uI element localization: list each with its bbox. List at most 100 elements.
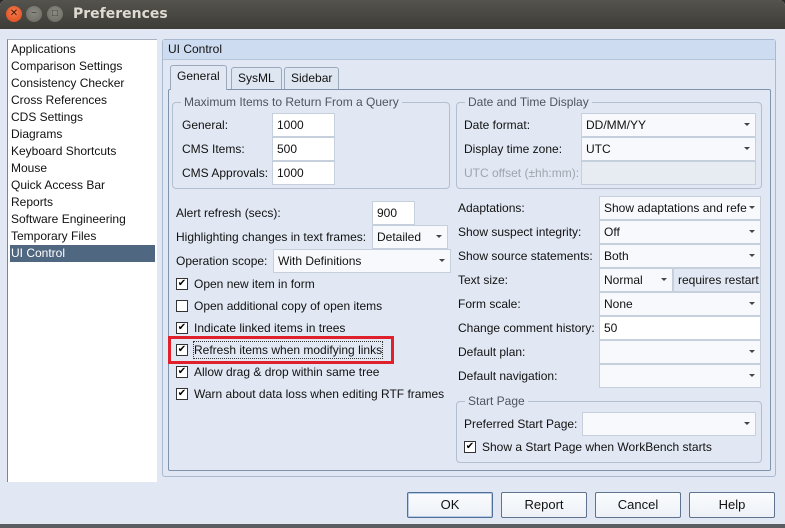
checkbox-icon[interactable]: ✔ xyxy=(176,344,188,356)
time-zone-select[interactable]: UTC xyxy=(581,137,756,161)
cms-items-label: CMS Items: xyxy=(182,142,245,156)
checkbox-open-additional-copy[interactable]: Open additional copy of open items xyxy=(176,298,426,316)
highlighting-select[interactable]: Detailed xyxy=(372,225,448,249)
cms-approvals-input[interactable]: 1000 xyxy=(272,161,335,185)
suspect-integrity-value: Off xyxy=(604,225,620,239)
start-page-legend: Start Page xyxy=(465,394,528,408)
nav-item-keyboard-shortcuts[interactable]: Keyboard Shortcuts xyxy=(10,143,155,160)
nav-item-mouse[interactable]: Mouse xyxy=(10,160,155,177)
text-size-select[interactable]: Normal xyxy=(599,268,673,292)
preferences-category-list[interactable]: Applications Comparison Settings Consist… xyxy=(7,39,157,482)
panel-title: UI Control xyxy=(163,40,775,60)
tab-sysml[interactable]: SysML xyxy=(231,67,282,89)
checkbox-icon[interactable] xyxy=(176,300,188,312)
operation-scope-value: With Definitions xyxy=(278,254,362,268)
chevron-down-icon xyxy=(749,302,755,305)
checkbox-label: Show a Start Page when WorkBench starts xyxy=(482,440,712,454)
date-format-label: Date format: xyxy=(464,118,531,132)
default-plan-label: Default plan: xyxy=(458,345,526,359)
nav-item-reports[interactable]: Reports xyxy=(10,194,155,211)
nav-item-ui-control[interactable]: UI Control xyxy=(10,245,155,262)
maximize-icon[interactable]: □ xyxy=(47,6,63,22)
cancel-button[interactable]: Cancel xyxy=(595,492,681,518)
comment-history-label: Change comment history: xyxy=(458,321,595,335)
chevron-down-icon xyxy=(749,374,755,377)
adaptations-label: Adaptations: xyxy=(458,201,525,215)
preferences-window: ✕ − □ Preferences Applications Compariso… xyxy=(0,0,785,528)
alert-refresh-input[interactable]: 900 xyxy=(372,201,415,225)
suspect-integrity-label: Show suspect integrity: xyxy=(458,225,582,239)
form-scale-value: None xyxy=(604,297,633,311)
adaptations-value: Show adaptations and refe xyxy=(604,201,747,215)
adaptations-select[interactable]: Show adaptations and refe xyxy=(599,196,761,220)
chevron-down-icon xyxy=(744,123,750,126)
operation-scope-select[interactable]: With Definitions xyxy=(273,249,451,273)
cms-items-input[interactable]: 500 xyxy=(272,137,335,161)
checkbox-indicate-linked-items[interactable]: ✔ Indicate linked items in trees xyxy=(176,320,426,338)
time-zone-value: UTC xyxy=(586,142,611,156)
checkbox-label: Open additional copy of open items xyxy=(194,299,383,313)
tab-general[interactable]: General xyxy=(170,65,227,90)
operation-scope-label: Operation scope: xyxy=(176,254,268,268)
nav-item-quick-access-bar[interactable]: Quick Access Bar xyxy=(10,177,155,194)
ok-button[interactable]: OK xyxy=(407,492,493,518)
source-statements-value: Both xyxy=(604,249,629,263)
highlighting-label: Highlighting changes in text frames: xyxy=(176,230,367,244)
text-size-label: Text size: xyxy=(458,273,509,287)
report-button[interactable]: Report xyxy=(501,492,587,518)
nav-item-comparison-settings[interactable]: Comparison Settings xyxy=(10,58,155,75)
minimize-icon[interactable]: − xyxy=(26,6,42,22)
date-format-select[interactable]: DD/MM/YY xyxy=(581,113,756,137)
nav-item-consistency-checker[interactable]: Consistency Checker xyxy=(10,75,155,92)
suspect-integrity-select[interactable]: Off xyxy=(599,220,761,244)
chevron-down-icon xyxy=(749,230,755,233)
title-bar: ✕ − □ Preferences xyxy=(0,0,785,29)
default-navigation-select[interactable] xyxy=(599,364,761,388)
chevron-down-icon xyxy=(749,206,755,209)
source-statements-select[interactable]: Both xyxy=(599,244,761,268)
checkbox-icon[interactable]: ✔ xyxy=(176,322,188,334)
preferred-start-page-select[interactable] xyxy=(582,412,756,436)
form-scale-select[interactable]: None xyxy=(599,292,761,316)
checkbox-allow-drag-drop[interactable]: ✔ Allow drag & drop within same tree xyxy=(176,364,426,382)
chevron-down-icon xyxy=(436,235,442,238)
text-size-value: Normal xyxy=(604,273,643,287)
requires-restart-note: requires restart xyxy=(673,268,761,292)
cms-approvals-label: CMS Approvals: xyxy=(182,166,269,180)
nav-item-cross-references[interactable]: Cross References xyxy=(10,92,155,109)
utc-offset-input xyxy=(581,161,756,185)
query-limits-legend: Maximum Items to Return From a Query xyxy=(181,95,402,109)
checkbox-refresh-items[interactable]: ✔ Refresh items when modifying links xyxy=(176,341,426,360)
checkbox-icon[interactable]: ✔ xyxy=(176,388,188,400)
nav-item-temporary-files[interactable]: Temporary Files xyxy=(10,228,155,245)
comment-history-input[interactable]: 50 xyxy=(599,316,761,340)
checkbox-warn-data-loss[interactable]: ✔ Warn about data loss when editing RTF … xyxy=(176,386,456,404)
checkbox-label: Indicate linked items in trees xyxy=(194,321,346,335)
general-limit-label: General: xyxy=(182,118,229,132)
nav-item-diagrams[interactable]: Diagrams xyxy=(10,126,155,143)
preferred-start-page-label: Preferred Start Page: xyxy=(464,417,578,431)
checkbox-open-new-item[interactable]: ✔ Open new item in form xyxy=(176,276,426,294)
date-format-value: DD/MM/YY xyxy=(586,118,646,132)
checkbox-show-start-page[interactable]: ✔ Show a Start Page when WorkBench start… xyxy=(464,439,744,457)
nav-item-applications[interactable]: Applications xyxy=(10,41,155,58)
default-plan-select[interactable] xyxy=(599,340,761,364)
close-icon[interactable]: ✕ xyxy=(6,6,22,22)
general-limit-input[interactable]: 1000 xyxy=(272,113,335,137)
checkbox-label: Allow drag & drop within same tree xyxy=(194,365,380,379)
checkbox-icon[interactable]: ✔ xyxy=(176,278,188,290)
help-button[interactable]: Help xyxy=(689,492,775,518)
tab-sidebar[interactable]: Sidebar xyxy=(284,67,340,89)
date-time-legend: Date and Time Display xyxy=(465,95,592,109)
window-bottom-edge xyxy=(0,524,785,528)
checkbox-icon[interactable]: ✔ xyxy=(464,441,476,453)
chevron-down-icon xyxy=(439,259,445,262)
nav-item-cds-settings[interactable]: CDS Settings xyxy=(10,109,155,126)
chevron-down-icon xyxy=(661,278,667,281)
checkbox-icon[interactable]: ✔ xyxy=(176,366,188,378)
time-zone-label: Display time zone: xyxy=(464,142,563,156)
default-navigation-label: Default navigation: xyxy=(458,369,558,383)
form-scale-label: Form scale: xyxy=(458,297,521,311)
nav-item-software-engineering[interactable]: Software Engineering xyxy=(10,211,155,228)
chevron-down-icon xyxy=(744,422,750,425)
